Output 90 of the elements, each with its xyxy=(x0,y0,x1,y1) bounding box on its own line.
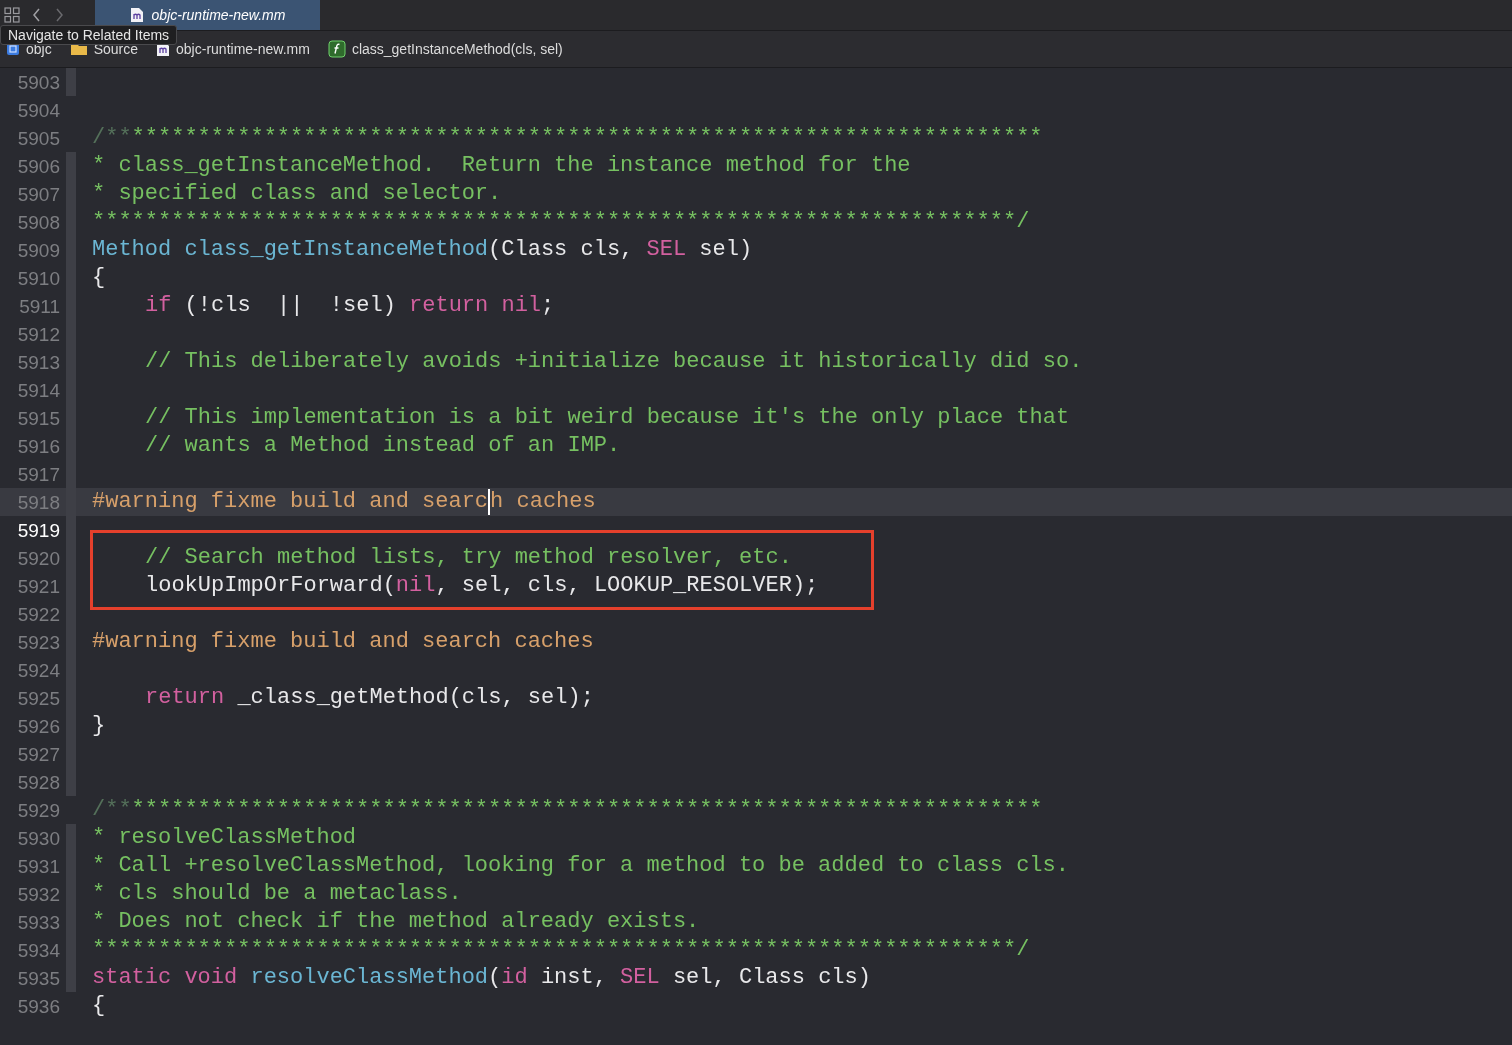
code-text: ; xyxy=(541,295,555,317)
breadcrumb-item[interactable]: objc-runtime-new.mm xyxy=(176,38,310,60)
back-icon[interactable] xyxy=(32,8,42,22)
line-number: 5908 xyxy=(16,212,60,232)
code-text: // Search method lists, try method resolver, etc. xyxy=(145,547,792,569)
code-text: , sel, cls, LOOKUP_RESOLVER); xyxy=(435,575,819,597)
line-number: 5922 xyxy=(16,604,60,624)
line-number: 5921 xyxy=(16,576,60,596)
code-text: **********************************************************************/ xyxy=(92,939,1030,961)
folder-icon xyxy=(69,42,88,56)
line-number: 5911 xyxy=(18,296,60,316)
code-text: // This deliberately avoids +initialize because it historically did so. xyxy=(145,351,1083,373)
line-number: 5904 xyxy=(16,100,60,120)
line-number: 5913 xyxy=(16,352,60,372)
code-text: _class_getMethod(cls, sel); xyxy=(236,687,594,709)
line-number: 5928 xyxy=(16,772,60,792)
code-text: return xyxy=(145,687,225,709)
code-text: return xyxy=(409,295,489,317)
code-text: **********************************************************************/ xyxy=(92,211,1030,233)
code-text: ( xyxy=(488,967,502,989)
code-text: (Class cls, xyxy=(488,239,635,261)
grid-icon[interactable] xyxy=(4,7,20,23)
line-number: 5933 xyxy=(16,912,60,932)
line-number: 5926 xyxy=(16,716,60,736)
code-text: Method xyxy=(92,239,172,261)
code-text: sel) xyxy=(698,239,753,261)
code-text: /** xyxy=(92,799,132,821)
line-number: 5912 xyxy=(16,324,60,344)
code-text: // This implementation is a bit weird because it's the only place that xyxy=(145,407,1070,429)
code-text: } xyxy=(92,715,106,737)
code-text: inst, xyxy=(539,967,608,989)
editor-tab[interactable]: objc-runtime-new.mm xyxy=(95,0,320,30)
line-number: 5923 xyxy=(16,632,60,652)
code-text: id xyxy=(501,967,528,989)
line-number: 5930 xyxy=(16,828,60,848)
code-text: ********************************************************************* xyxy=(131,799,1043,821)
code-text: SEL xyxy=(646,239,687,261)
line-number: 5924 xyxy=(16,660,60,680)
code-text: if xyxy=(145,295,172,317)
code-text: resolveClassMethod xyxy=(249,967,489,989)
code-text: nil xyxy=(500,295,542,317)
line-number: 5919 xyxy=(16,520,60,540)
code-text: * resolveClassMethod xyxy=(92,827,357,849)
line-number: 5909 xyxy=(16,240,60,260)
code-text: #warning fixme build and searc xyxy=(92,491,489,513)
code-text: /** xyxy=(92,127,132,149)
line-number: 5920 xyxy=(16,548,60,568)
code-text: * specified class and selector. xyxy=(92,183,502,205)
code-text: static xyxy=(92,967,172,989)
function-icon xyxy=(327,40,346,58)
code-text: sel, Class cls) xyxy=(671,967,871,989)
code-text: class_getInstanceMethod xyxy=(183,239,489,261)
fold-ribbon[interactable] xyxy=(66,68,76,96)
line-number: 5914 xyxy=(16,380,60,400)
breadcrumb-item[interactable]: class_getInstanceMethod(cls, sel) xyxy=(351,38,563,60)
line-number: 5936 xyxy=(16,996,60,1016)
code-text: ********************************************************************* xyxy=(131,127,1043,149)
line-number: 5903 xyxy=(16,72,60,92)
code-text: SEL xyxy=(620,967,660,989)
code-text: #warning fixme build and search caches xyxy=(92,631,594,653)
document-icon xyxy=(129,7,144,23)
code-text: * Call +resolveClassMethod, looking for a method to be added to class cls. xyxy=(92,855,1069,877)
line-number: 5905 xyxy=(16,128,60,148)
line-number: 5906 xyxy=(16,156,60,176)
line-number: 5916 xyxy=(16,436,60,456)
code-text: * class_getInstanceMethod. Return the instance method for the xyxy=(92,155,911,177)
line-number: 5935 xyxy=(16,968,60,988)
line-number: 5917 xyxy=(16,464,60,484)
line-number: 5931 xyxy=(16,856,60,876)
forward-icon[interactable] xyxy=(54,8,64,22)
code-text: * Does not check if the method already exists. xyxy=(92,911,700,933)
line-number: 5907 xyxy=(16,184,60,204)
line-number: 5929 xyxy=(16,800,60,820)
line-number: 5934 xyxy=(16,940,60,960)
code-text: (!cls || !sel) xyxy=(183,295,397,317)
line-number: 5932 xyxy=(16,884,60,904)
line-number: 5927 xyxy=(16,744,60,764)
code-text: h caches xyxy=(490,491,596,513)
code-text: { xyxy=(92,267,106,289)
code-text: nil xyxy=(395,575,436,597)
line-number: 5918 xyxy=(16,492,60,512)
line-number: 5910 xyxy=(16,268,60,288)
code-text: // wants a Method instead of an IMP. xyxy=(145,435,621,457)
code-text: { xyxy=(92,995,106,1017)
code-text: void xyxy=(183,967,238,989)
code-text: * cls should be a metaclass. xyxy=(92,883,462,905)
code-text: lookUpImpOrForward( xyxy=(145,575,396,597)
tooltip: Navigate to Related Items xyxy=(0,25,178,45)
line-number: 5915 xyxy=(16,408,60,428)
line-number: 5925 xyxy=(16,688,60,708)
